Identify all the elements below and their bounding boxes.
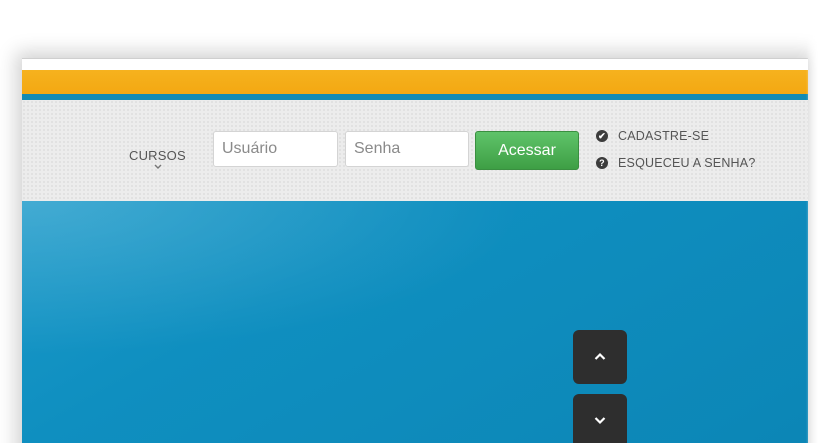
chevron-down-icon xyxy=(594,417,606,425)
edge-fade xyxy=(806,0,818,443)
register-link-label: CADASTRE-SE xyxy=(618,129,710,143)
header-accent-bar xyxy=(22,70,808,94)
forgot-password-link[interactable]: ? ESQUECEU A SENHA? xyxy=(596,156,755,170)
chevron-down-icon[interactable] xyxy=(154,163,162,169)
register-link[interactable]: ✔ CADASTRE-SE xyxy=(596,129,709,143)
username-input[interactable] xyxy=(213,131,338,167)
top-strip xyxy=(22,58,808,69)
hero-glow xyxy=(22,201,808,443)
courses-menu[interactable]: CURSOS xyxy=(129,148,186,163)
scroll-down-button[interactable] xyxy=(573,394,627,443)
question-circle-icon: ? xyxy=(596,157,608,169)
login-button[interactable]: Acessar xyxy=(475,131,579,170)
scroll-up-button[interactable] xyxy=(573,330,627,384)
forgot-password-link-label: ESQUECEU A SENHA? xyxy=(618,156,756,170)
password-input[interactable] xyxy=(345,131,469,167)
page: CURSOS Acessar ✔ CADASTRE-SE ? ESQUECEU A … xyxy=(0,0,818,443)
check-circle-icon: ✔ xyxy=(596,130,608,142)
chevron-up-icon xyxy=(594,352,606,360)
